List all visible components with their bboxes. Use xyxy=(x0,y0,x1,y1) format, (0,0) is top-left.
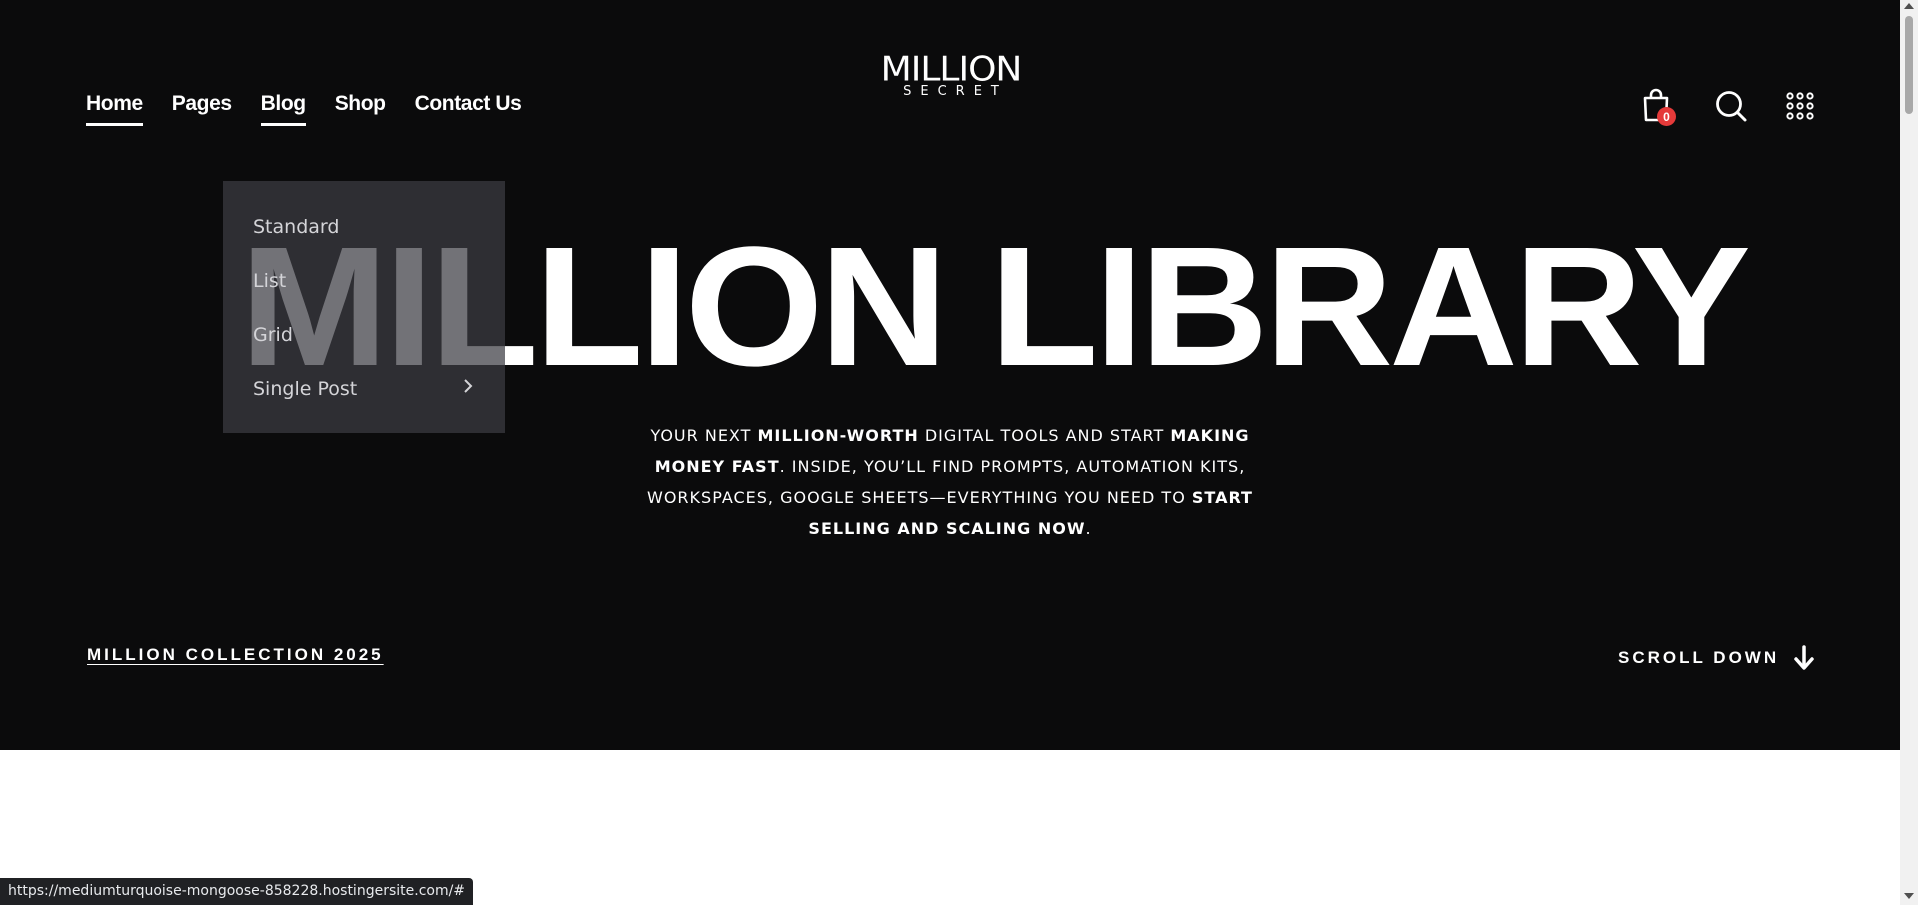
chevron-right-icon xyxy=(464,379,473,393)
collection-link[interactable]: MILLION COLLECTION 2025 xyxy=(87,645,384,665)
desc-bold: MILLION-WORTH xyxy=(757,426,919,445)
site-logo[interactable]: MILLION SECRET xyxy=(876,52,1026,99)
status-bar-url: https://mediumturquoise-mongoose-858228.… xyxy=(0,878,474,905)
search-icon[interactable] xyxy=(1714,89,1748,123)
scroll-down-label: SCROLL DOWN xyxy=(1618,648,1780,667)
main-nav: Home Pages Blog Shop Contact Us xyxy=(86,92,522,126)
logo-line1: MILLION xyxy=(880,50,1023,89)
dropdown-item-grid[interactable]: Grid xyxy=(253,324,293,346)
page-scrollbar[interactable] xyxy=(1900,0,1918,905)
nav-contact-us[interactable]: Contact Us xyxy=(415,92,522,126)
scrollbar-thumb[interactable] xyxy=(1905,16,1913,114)
scroll-down-button[interactable]: SCROLL DOWN xyxy=(1618,645,1815,671)
blog-dropdown-menu: Standard List Grid Single Post xyxy=(223,181,505,433)
dropdown-item-standard[interactable]: Standard xyxy=(253,216,339,238)
dropdown-item-list[interactable]: List xyxy=(253,270,286,292)
hero-section: MILLION SECRET Home Pages Blog Shop Cont… xyxy=(0,0,1900,750)
grid-menu-icon[interactable] xyxy=(1786,92,1814,120)
arrow-down-icon xyxy=(1794,645,1814,670)
nav-home[interactable]: Home xyxy=(86,92,143,126)
dropdown-item-single-post[interactable]: Single Post xyxy=(253,378,357,400)
scroll-down-arrow-icon[interactable] xyxy=(1904,893,1914,899)
nav-shop[interactable]: Shop xyxy=(335,92,386,126)
scroll-up-arrow-icon[interactable] xyxy=(1904,3,1914,9)
nav-blog[interactable]: Blog xyxy=(260,92,306,126)
desc-part: YOUR NEXT xyxy=(650,426,758,445)
cart-count-badge: 0 xyxy=(1657,107,1676,126)
hero-description: YOUR NEXT MILLION-WORTH DIGITAL TOOLS AN… xyxy=(630,420,1270,544)
nav-pages[interactable]: Pages xyxy=(172,92,232,126)
desc-part: . xyxy=(1085,519,1092,538)
desc-part: DIGITAL TOOLS AND START xyxy=(918,426,1171,445)
